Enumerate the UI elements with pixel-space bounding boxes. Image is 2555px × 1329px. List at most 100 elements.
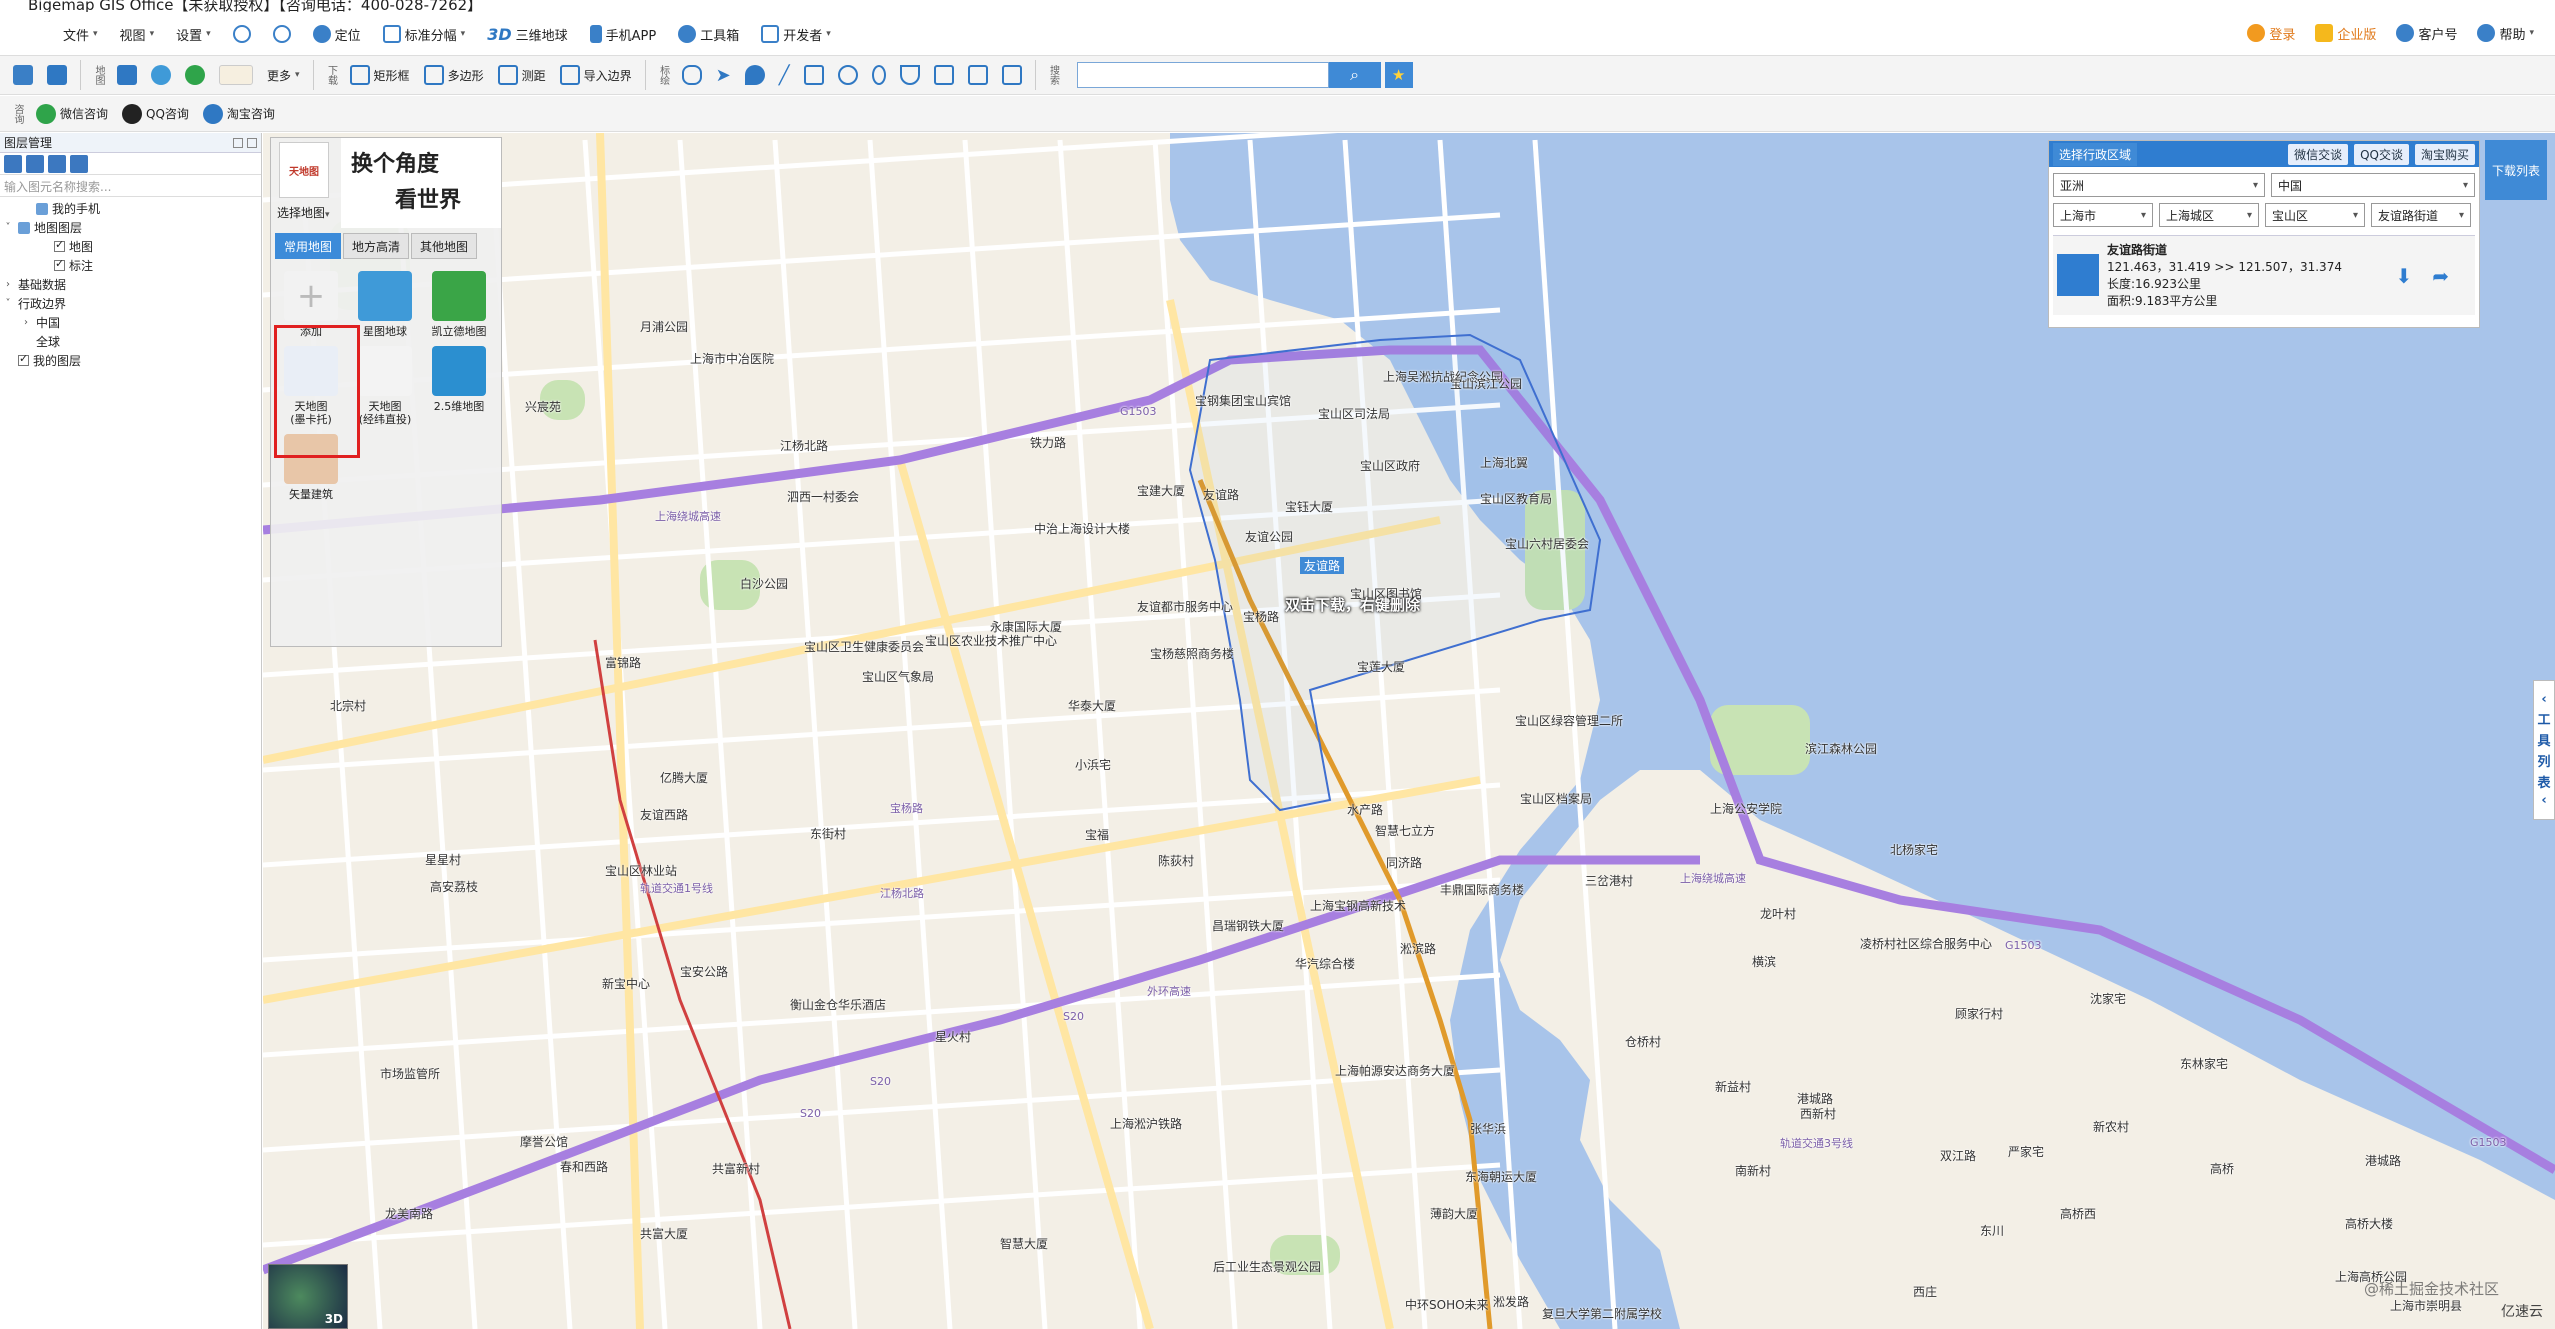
arc-tool[interactable] bbox=[895, 59, 925, 91]
qq-consult-button[interactable]: QQ咨询 bbox=[117, 98, 194, 130]
expand-icon[interactable] bbox=[48, 155, 66, 173]
polyline-tool[interactable] bbox=[799, 59, 829, 91]
wechat-consult-button[interactable]: 微信咨询 bbox=[31, 98, 113, 130]
download-region-icon[interactable] bbox=[2057, 254, 2099, 296]
pan-tool[interactable] bbox=[677, 59, 707, 91]
select-tool[interactable]: ➤ bbox=[711, 59, 736, 91]
layer-tree-item[interactable]: › 中国 bbox=[0, 313, 261, 332]
close-icon[interactable] bbox=[247, 137, 257, 148]
layers-tool[interactable] bbox=[997, 59, 1027, 91]
county-select[interactable]: 宝山区 bbox=[2265, 203, 2365, 227]
menu-settings[interactable]: 设置 ▾ bbox=[169, 19, 218, 49]
download-list-button[interactable]: 下载列表 bbox=[2485, 140, 2547, 200]
region-result[interactable]: 友谊路街道 121.463，31.419 >> 121.507，31.374 长… bbox=[2053, 235, 2475, 315]
rect-tool[interactable] bbox=[929, 59, 959, 91]
search-button[interactable]: ⌕ bbox=[1328, 62, 1381, 88]
save-layer-icon[interactable] bbox=[26, 155, 44, 173]
tool-list-char: 表 bbox=[2537, 776, 2551, 791]
download-icon[interactable]: ⬇ bbox=[2395, 264, 2412, 288]
street-select[interactable]: 友谊路街道 bbox=[2371, 203, 2471, 227]
choose-map-button[interactable]: 选择地图▾ bbox=[277, 204, 330, 221]
layer-checkbox[interactable] bbox=[54, 257, 65, 271]
map-source-item[interactable]: 2.5维地图 bbox=[423, 346, 495, 426]
save-button[interactable] bbox=[42, 59, 72, 91]
zoom-out-button[interactable] bbox=[266, 19, 298, 49]
favorite-button[interactable]: ★ bbox=[1384, 62, 1413, 88]
layer-tree-item[interactable]: 我的手机 bbox=[0, 199, 261, 218]
measure-button[interactable]: 测距 bbox=[493, 59, 551, 91]
region-link[interactable]: 微信交谈 bbox=[2288, 143, 2349, 165]
map-source-4-button[interactable] bbox=[214, 59, 258, 91]
city-select[interactable]: 上海市 bbox=[2053, 203, 2153, 227]
map-source-3-button[interactable] bbox=[180, 59, 210, 91]
toolbox-button[interactable]: 工具箱 bbox=[671, 19, 746, 49]
search-layer-icon[interactable] bbox=[70, 155, 88, 173]
map-tab[interactable]: 其他地图 bbox=[411, 233, 478, 259]
zoom-in-button[interactable] bbox=[226, 19, 258, 49]
continent-select[interactable]: 亚洲 bbox=[2053, 173, 2265, 197]
map-tab[interactable]: 常用地图 bbox=[275, 233, 342, 259]
eraser-tool[interactable] bbox=[963, 59, 993, 91]
map-source-1-button[interactable] bbox=[112, 59, 142, 91]
minimap[interactable]: 3D bbox=[268, 1264, 348, 1329]
standard-split-button[interactable]: 标准分幅 ▾ bbox=[376, 19, 473, 49]
layer-folder-icon bbox=[18, 221, 30, 234]
expand-arrow-icon[interactable]: › bbox=[2, 279, 14, 290]
rect-select-button[interactable]: 矩形框 bbox=[345, 59, 415, 91]
layer-tree-item[interactable]: › 基础数据 bbox=[0, 275, 261, 294]
enterprise-button[interactable]: 企业版 bbox=[2312, 18, 2379, 48]
more-maps-button[interactable]: 更多 ▾ bbox=[262, 59, 305, 91]
login-button[interactable]: 登录 bbox=[2244, 18, 2298, 48]
menu-file[interactable]: 文件 ▾ bbox=[56, 19, 105, 49]
search-input[interactable] bbox=[1076, 62, 1329, 88]
layer-tree-item[interactable]: ˅ 行政边界 bbox=[0, 294, 261, 313]
layer-checkbox[interactable] bbox=[18, 352, 29, 366]
layer-checkbox[interactable] bbox=[54, 238, 65, 252]
import-icon bbox=[559, 65, 580, 85]
tool-list-tab[interactable]: ‹ 工具列表 ‹ bbox=[2533, 680, 2555, 820]
menu-view[interactable]: 视图 ▾ bbox=[113, 19, 162, 49]
map-source-item[interactable]: 凯立德地图 bbox=[423, 271, 495, 338]
line-tool[interactable]: ╱ bbox=[774, 59, 795, 91]
district-select[interactable]: 上海城区 bbox=[2159, 203, 2259, 227]
layer-tree-item[interactable]: ˅ 地图图层 bbox=[0, 218, 261, 237]
point-tool[interactable] bbox=[740, 59, 770, 91]
open-layer-icon[interactable] bbox=[4, 155, 22, 173]
ellipse-tool[interactable] bbox=[867, 59, 891, 91]
earth3d-button[interactable]: 3D 三维地球 bbox=[480, 19, 574, 49]
locate-button[interactable]: 定位 bbox=[306, 19, 368, 49]
expand-arrow-icon[interactable]: ˅ bbox=[2, 298, 14, 309]
current-map-thumbnail[interactable]: 天地图 bbox=[279, 142, 329, 198]
help-button[interactable]: 帮助 ▾ bbox=[2474, 18, 2537, 48]
map-tab[interactable]: 地方高清 bbox=[343, 233, 410, 259]
region-link[interactable]: 淘宝购买 bbox=[2414, 143, 2475, 165]
layer-search-input[interactable]: 输入图元名称搜索... bbox=[0, 175, 261, 197]
share-icon[interactable]: ➦ bbox=[2432, 264, 2449, 288]
map-place-label: 上海宝钢高新技术 bbox=[1310, 899, 1407, 913]
layer-panel-title: 图层管理 bbox=[4, 136, 53, 150]
pin-icon[interactable] bbox=[233, 137, 243, 148]
window-title: Bigemap GIS Office【未获取授权】【咨询电话：400-028-7… bbox=[28, 0, 483, 12]
divider bbox=[312, 60, 314, 90]
layer-tree-item[interactable]: 我的图层 bbox=[0, 351, 261, 370]
developer-button[interactable]: 开发者 ▾ bbox=[754, 19, 838, 49]
country-select[interactable]: 中国 bbox=[2271, 173, 2475, 197]
polygon-select-button[interactable]: 多边形 bbox=[419, 59, 489, 91]
import-boundary-button[interactable]: 导入边界 bbox=[555, 59, 637, 91]
panel-controls bbox=[233, 137, 257, 148]
wechat-label: 微信咨询 bbox=[60, 107, 109, 121]
mobile-app-button[interactable]: 手机APP bbox=[583, 19, 664, 49]
circle-tool[interactable] bbox=[833, 59, 863, 91]
map-place-label: 丰鼎国际商务楼 bbox=[1440, 883, 1525, 897]
taobao-consult-button[interactable]: 淘宝咨询 bbox=[198, 98, 280, 130]
open-button[interactable] bbox=[8, 59, 38, 91]
layer-tree-item[interactable]: 地图 bbox=[0, 237, 261, 256]
expand-arrow-icon[interactable]: ˅ bbox=[2, 222, 14, 233]
region-link[interactable]: QQ交谈 bbox=[2354, 143, 2409, 165]
map-source-2-button[interactable] bbox=[146, 59, 176, 91]
expand-arrow-icon[interactable]: › bbox=[20, 317, 32, 328]
layer-tree-item[interactable]: 标注 bbox=[0, 256, 261, 275]
layer-tree-item[interactable]: 全球 bbox=[0, 332, 261, 351]
map-place-label: 西庄 bbox=[1913, 1285, 1938, 1299]
client-button[interactable]: 客户号 bbox=[2393, 18, 2460, 48]
